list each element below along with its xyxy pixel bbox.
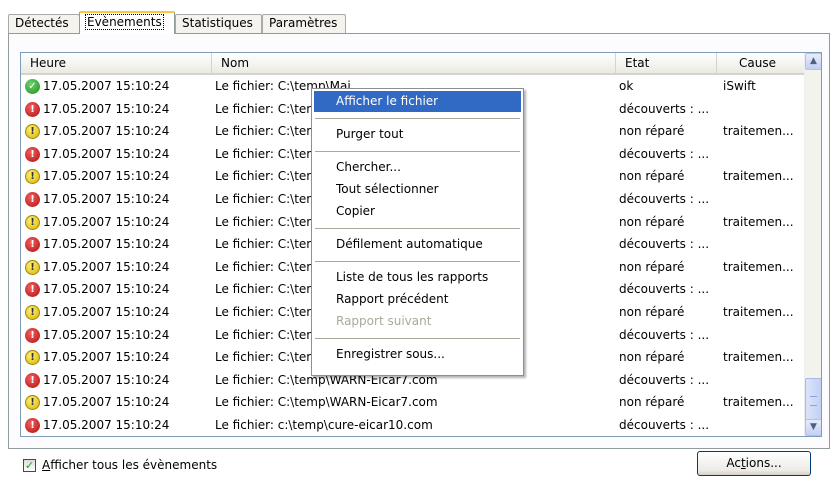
warning-icon <box>25 350 40 366</box>
tab-parametres[interactable]: Paramètres <box>262 14 346 33</box>
menu-item-afficher-le-fichier[interactable]: Afficher le fichier <box>314 91 521 112</box>
cell-etat: non réparé <box>619 259 685 274</box>
cell-etat: non réparé <box>619 214 685 229</box>
menu-separator <box>315 338 520 339</box>
cell-heure: 17.05.2007 15:10:24 <box>43 79 170 93</box>
menu-separator <box>315 118 520 119</box>
cell-heure: 17.05.2007 15:10:24 <box>43 214 170 229</box>
scrollbar-thumb[interactable] <box>805 378 821 422</box>
cell-nom: Le fichier: C:\temp\WARN-Eicar7.com <box>215 395 438 410</box>
tab-label: Evènements <box>85 14 164 30</box>
cell-nom: Le fichier: c:\temp\cure-eicar10.com <box>215 418 433 432</box>
error-icon <box>25 237 40 253</box>
cell-heure: 17.05.2007 15:10:24 <box>43 327 170 342</box>
warning-icon <box>25 124 40 140</box>
cell-cause: traitemen... <box>723 124 794 139</box>
scroll-up-arrow-icon[interactable]: ▲ <box>805 53 821 70</box>
cell-heure: 17.05.2007 15:10:24 <box>43 124 170 139</box>
tab-statistiques[interactable]: Statistiques <box>175 14 262 33</box>
menu-item-rapport-suivant: Rapport suivant <box>336 314 432 328</box>
tab-detectes[interactable]: Détectés <box>8 14 80 33</box>
cell-etat: non réparé <box>619 124 685 139</box>
cell-etat: découverts : ... <box>619 418 710 432</box>
warning-icon <box>25 395 40 411</box>
tab-evenements[interactable]: Evènements <box>79 11 175 34</box>
menu-separator <box>315 151 520 152</box>
cell-etat: découverts : ... <box>619 101 710 116</box>
cell-heure: 17.05.2007 15:10:24 <box>43 305 170 319</box>
cell-cause: iSwift <box>723 79 756 93</box>
menu-item-copier[interactable]: Copier <box>314 201 521 222</box>
cell-cause: traitemen... <box>723 169 794 184</box>
cell-heure: 17.05.2007 15:10:24 <box>43 259 170 274</box>
show-all-events-checkbox[interactable]: ✓ <box>23 459 36 472</box>
warning-icon <box>25 214 40 230</box>
cell-etat: ok <box>619 79 634 93</box>
cell-etat: non réparé <box>619 305 685 319</box>
cell-heure: 17.05.2007 15:10:24 <box>43 350 170 365</box>
list-header: Heure Nom Etat Cause <box>21 53 806 75</box>
warning-icon <box>25 169 40 185</box>
table-row[interactable]: 17.05.2007 15:10:24 Le fichier: c:\temp\c… <box>21 415 806 436</box>
cell-cause: traitemen... <box>723 259 794 274</box>
context-menu: Afficher le fichier Purger tout Chercher..… <box>311 88 524 376</box>
column-header-nom[interactable]: Nom <box>212 53 616 73</box>
cell-heure: 17.05.2007 15:10:24 <box>43 372 170 387</box>
cell-heure: 17.05.2007 15:10:24 <box>43 146 170 161</box>
error-icon <box>25 372 40 388</box>
cell-etat: non réparé <box>619 169 685 184</box>
cell-heure: 17.05.2007 15:10:24 <box>43 237 170 252</box>
cell-heure: 17.05.2007 15:10:24 <box>43 282 170 297</box>
cell-etat: découverts : ... <box>619 282 710 297</box>
show-all-events-label[interactable]: Afficher tous les évènements <box>42 458 217 472</box>
menu-separator <box>315 228 520 229</box>
cell-heure: 17.05.2007 15:10:24 <box>43 418 170 432</box>
cell-etat: non réparé <box>619 395 685 410</box>
menu-item-tout-selectionner[interactable]: Tout sélectionner <box>314 179 521 200</box>
cell-cause: traitemen... <box>723 214 794 229</box>
vertical-scrollbar[interactable]: ▲ ▼ <box>804 53 821 436</box>
cell-etat: découverts : ... <box>619 372 710 387</box>
cell-etat: non réparé <box>619 350 685 365</box>
menu-item-defilement-automatique[interactable]: Défilement automatique <box>314 234 521 255</box>
menu-separator <box>315 261 520 262</box>
menu-item-enregistrer-sous[interactable]: Enregistrer sous... <box>314 344 521 365</box>
menu-item-liste-de-tous-les-rapports[interactable]: Liste de tous les rapports <box>314 267 521 288</box>
error-icon <box>25 192 40 207</box>
scroll-down-arrow-icon[interactable]: ▼ <box>805 419 821 436</box>
error-icon <box>25 282 40 298</box>
cell-cause: traitemen... <box>723 395 794 410</box>
ok-icon <box>25 79 40 94</box>
menu-item-purger-tout[interactable]: Purger tout <box>314 124 521 145</box>
tab-label: Paramètres <box>269 16 338 30</box>
column-header-heure[interactable]: Heure <box>21 53 212 73</box>
error-icon <box>25 418 40 433</box>
cell-etat: découverts : ... <box>619 146 710 161</box>
cell-etat: découverts : ... <box>619 237 710 252</box>
column-header-etat[interactable]: Etat <box>616 53 717 73</box>
cell-heure: 17.05.2007 15:10:24 <box>43 169 170 184</box>
error-icon <box>25 146 40 162</box>
error-icon <box>25 101 40 117</box>
cell-heure: 17.05.2007 15:10:24 <box>43 192 170 206</box>
cell-heure: 17.05.2007 15:10:24 <box>43 395 170 410</box>
cell-heure: 17.05.2007 15:10:24 <box>43 101 170 116</box>
error-icon <box>25 327 40 343</box>
cell-etat: découverts : ... <box>619 192 710 206</box>
tab-label: Détectés <box>15 16 69 30</box>
cell-etat: découverts : ... <box>619 327 710 342</box>
tab-label: Statistiques <box>182 16 253 30</box>
table-row[interactable]: 17.05.2007 15:10:24 Le fichier: C:\temp\W… <box>21 392 806 413</box>
cell-cause: traitemen... <box>723 350 794 365</box>
column-header-cause[interactable]: Cause <box>717 53 806 73</box>
warning-icon <box>25 305 40 320</box>
menu-item-chercher[interactable]: Chercher... <box>314 157 521 178</box>
menu-item-rapport-precedent[interactable]: Rapport précédent <box>314 289 521 310</box>
warning-icon <box>25 259 40 275</box>
cell-cause: traitemen... <box>723 305 794 319</box>
actions-button[interactable]: Actions... <box>697 451 811 476</box>
